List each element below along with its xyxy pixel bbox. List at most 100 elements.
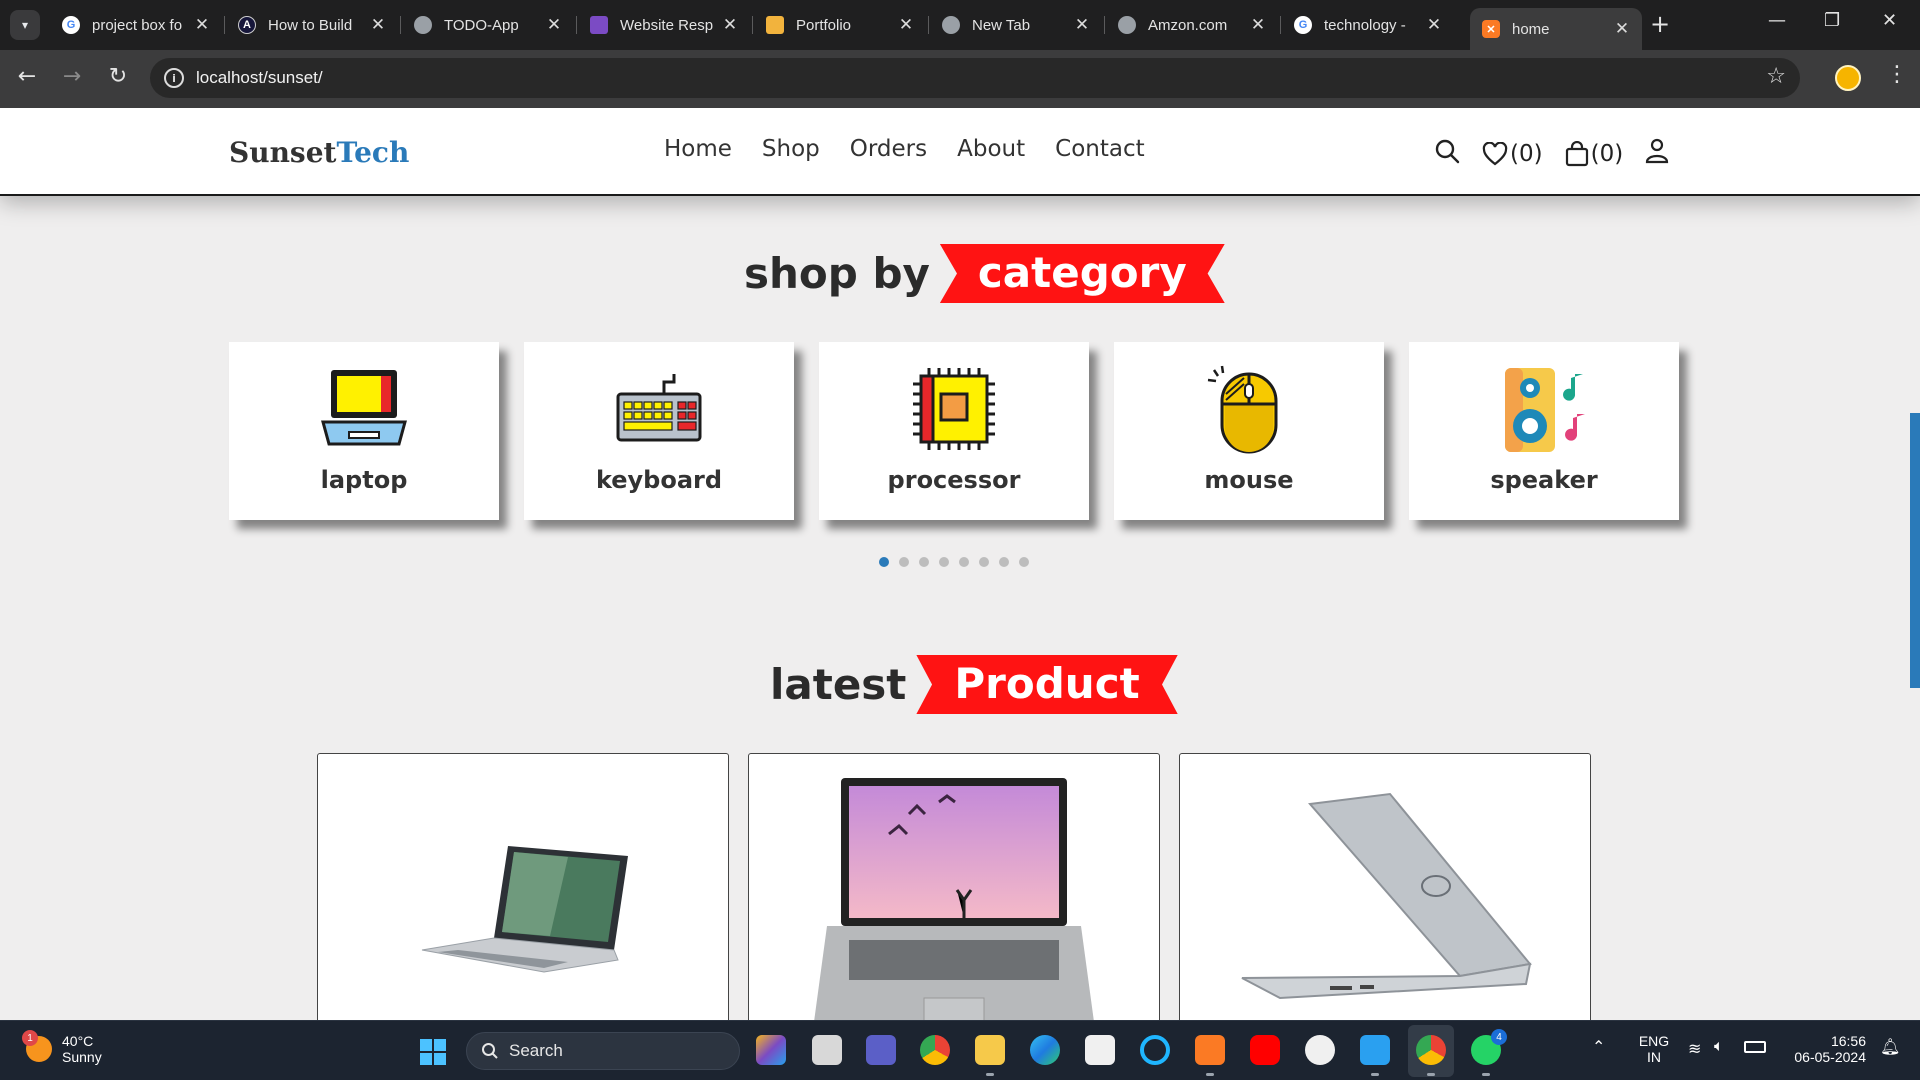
tab-search-button[interactable]: ▾ xyxy=(10,10,40,40)
tab-separator xyxy=(928,16,929,34)
cart-button[interactable]: (0) xyxy=(1565,141,1623,167)
site-logo[interactable]: SunsetTech xyxy=(229,136,409,169)
tab-2[interactable]: A How to Build ✕ xyxy=(226,8,398,42)
close-icon[interactable]: ✕ xyxy=(722,15,738,35)
chrome-active-icon[interactable] xyxy=(1416,1035,1446,1076)
whatsapp-badge: 4 xyxy=(1491,1029,1507,1045)
tab-separator xyxy=(224,16,225,34)
reload-icon[interactable]: ↻ xyxy=(103,64,133,89)
close-icon[interactable]: ✕ xyxy=(1074,15,1090,35)
vscode-icon[interactable] xyxy=(1360,1035,1390,1076)
tray-overflow-chevron-icon[interactable]: ⌃ xyxy=(1592,1037,1605,1057)
new-tab-button[interactable]: + xyxy=(1650,10,1670,38)
url-text[interactable]: localhost/sunset/ xyxy=(196,68,323,88)
bookmark-star-icon[interactable]: ☆ xyxy=(1766,64,1786,89)
user-account-icon[interactable] xyxy=(1645,138,1669,170)
nav-shop[interactable]: Shop xyxy=(762,136,820,162)
start-menu-icon[interactable] xyxy=(420,1039,446,1065)
google-icon: G xyxy=(1294,16,1312,34)
taskbar-search[interactable]: Search xyxy=(466,1032,740,1070)
task-view-icon[interactable] xyxy=(812,1035,842,1065)
chrome-icon[interactable] xyxy=(920,1035,950,1065)
carousel-dot[interactable] xyxy=(899,557,909,567)
tab-6[interactable]: New Tab ✕ xyxy=(930,8,1102,42)
tab-title: Amzon.com xyxy=(1148,16,1228,34)
page-scrollbar-thumb[interactable] xyxy=(1910,413,1920,688)
clock-time: 16:56 xyxy=(1830,1033,1866,1049)
nav-home[interactable]: Home xyxy=(664,136,732,162)
close-icon[interactable]: ✕ xyxy=(370,15,386,35)
category-label: keyboard xyxy=(595,466,723,494)
close-window-icon[interactable]: ✕ xyxy=(1882,10,1897,31)
volume-icon[interactable]: 🔈︎ xyxy=(1714,1038,1724,1056)
copilot-icon[interactable] xyxy=(756,1035,786,1065)
nav-orders[interactable]: Orders xyxy=(850,136,927,162)
wishlist-button[interactable]: (0) xyxy=(1482,141,1543,167)
file-explorer-icon[interactable] xyxy=(975,1035,1005,1076)
restore-icon[interactable]: ❐ xyxy=(1824,10,1840,31)
tab-1[interactable]: G project box fo ✕ xyxy=(50,8,222,42)
edge-icon[interactable] xyxy=(1030,1035,1060,1065)
language-indicator[interactable]: ENG IN xyxy=(1636,1033,1672,1065)
weather-widget[interactable]: 1 40°C Sunny xyxy=(22,1030,102,1065)
search-icon[interactable] xyxy=(1434,138,1460,170)
wifi-icon[interactable]: ≋ xyxy=(1688,1039,1701,1059)
close-icon[interactable]: ✕ xyxy=(898,15,914,35)
tab-separator xyxy=(400,16,401,34)
menu-kebab-icon[interactable]: ⋮ xyxy=(1886,62,1908,87)
carousel-dot[interactable] xyxy=(959,557,969,567)
tab-7[interactable]: Amzon.com ✕ xyxy=(1106,8,1278,42)
title-plain: shop by xyxy=(744,249,930,298)
battery-icon[interactable] xyxy=(1744,1041,1766,1053)
tab-separator xyxy=(752,16,753,34)
close-icon[interactable]: ✕ xyxy=(194,15,210,35)
github-icon[interactable] xyxy=(1305,1035,1335,1065)
category-card-keyboard[interactable]: keyboard xyxy=(524,342,794,520)
tab-4[interactable]: Website Resp ✕ xyxy=(578,8,750,42)
forward-icon[interactable]: → xyxy=(57,64,87,89)
back-icon[interactable]: ← xyxy=(12,64,42,89)
teams-icon[interactable] xyxy=(866,1035,896,1065)
minimize-icon[interactable]: — xyxy=(1768,10,1786,31)
category-section-title: shop by category xyxy=(744,244,1225,303)
tab-separator xyxy=(1104,16,1105,34)
product-card[interactable] xyxy=(748,753,1160,1020)
close-icon[interactable]: ✕ xyxy=(1426,15,1442,35)
microsoft-store-icon[interactable] xyxy=(1085,1035,1115,1065)
youtube-icon[interactable] xyxy=(1250,1035,1280,1065)
tab-5[interactable]: Portfolio ✕ xyxy=(754,8,926,42)
notification-bell-icon[interactable]: 🔔︎ xyxy=(1880,1037,1900,1057)
nav-contact[interactable]: Contact xyxy=(1055,136,1144,162)
close-icon[interactable]: ✕ xyxy=(1250,15,1266,35)
xampp-icon[interactable] xyxy=(1195,1035,1225,1076)
carousel-dot[interactable] xyxy=(979,557,989,567)
carousel-dot[interactable] xyxy=(919,557,929,567)
category-card-processor[interactable]: processor xyxy=(819,342,1089,520)
whatsapp-icon[interactable]: 4 xyxy=(1471,1029,1507,1076)
carousel-dot[interactable] xyxy=(939,557,949,567)
tab-3[interactable]: TODO-App ✕ xyxy=(402,8,574,42)
alexa-icon[interactable] xyxy=(1140,1035,1170,1065)
close-icon[interactable]: ✕ xyxy=(546,15,562,35)
clock[interactable]: 16:56 06-05-2024 xyxy=(1786,1033,1866,1065)
category-card-speaker[interactable]: speaker xyxy=(1409,342,1679,520)
product-card[interactable] xyxy=(317,753,729,1020)
nav-about[interactable]: About xyxy=(957,136,1025,162)
product-card[interactable] xyxy=(1179,753,1591,1020)
address-bar[interactable]: i localhost/sunset/ ☆ xyxy=(150,58,1800,98)
category-card-laptop[interactable]: laptop xyxy=(229,342,499,520)
profile-avatar[interactable] xyxy=(1835,65,1861,91)
weather-sun-icon: 1 xyxy=(22,1030,52,1062)
search-icon xyxy=(482,1043,498,1059)
tab-8[interactable]: G technology - ✕ xyxy=(1282,8,1454,42)
carousel-dot[interactable] xyxy=(999,557,1009,567)
carousel-dot[interactable] xyxy=(1019,557,1029,567)
header-actions: (0) (0) xyxy=(1434,138,1669,170)
google-icon: G xyxy=(62,16,80,34)
carousel-dot[interactable] xyxy=(879,557,889,567)
tab-9-active[interactable]: ✕ home ✕ xyxy=(1470,8,1642,50)
close-icon[interactable]: ✕ xyxy=(1614,19,1630,39)
site-info-icon[interactable]: i xyxy=(164,68,184,88)
main-navigation: Home Shop Orders About Contact xyxy=(664,136,1145,162)
category-card-mouse[interactable]: mouse xyxy=(1114,342,1384,520)
